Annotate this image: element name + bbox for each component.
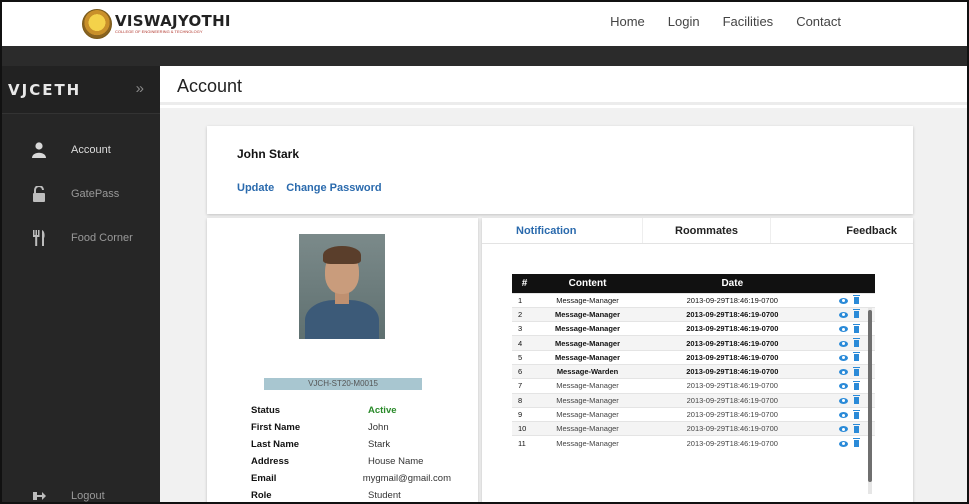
notification-table: # Content Date 1 Message-Manager 2013-09-2… [512, 274, 875, 451]
view-icon[interactable] [838, 311, 848, 318]
app-frame: VISWAJYOTHI COLLEGE OF ENGINEERING & TEC… [0, 0, 969, 504]
delete-icon[interactable] [852, 366, 860, 376]
delete-icon[interactable] [852, 409, 860, 419]
profile-info: Status Active First Name John Last Name Sta… [251, 402, 451, 502]
tab-feedback[interactable]: Feedback [771, 218, 913, 243]
cutlery-icon [32, 230, 46, 246]
college-logo[interactable]: VISWAJYOTHI COLLEGE OF ENGINEERING & TEC… [82, 8, 231, 40]
tab-roommates[interactable]: Roommates [643, 218, 771, 243]
logout-icon [32, 488, 46, 502]
page-title: Account [177, 76, 243, 96]
profile-row-last-name: Last Name Stark [251, 439, 391, 450]
sidebar-item-food-corner[interactable]: Food Corner [2, 218, 160, 258]
table-scrollbar-thumb[interactable] [868, 310, 872, 482]
table-header-row: # Content Date [512, 274, 875, 293]
profile-name: John Stark [237, 147, 300, 161]
table-row: 1 Message-Manager 2013-09-29T18:46:19-0700 [512, 292, 875, 308]
view-icon[interactable] [838, 326, 848, 333]
tab-notification[interactable]: Notification [482, 218, 644, 243]
nav-login[interactable]: Login [668, 14, 700, 29]
table-row: 6 Message-Warden 2013-09-29T18:46:19-0700 [512, 363, 875, 379]
profile-row-role: Role Student [251, 490, 401, 501]
table-row: 4 Message-Manager 2013-09-29T18:46:19-0700 [512, 335, 875, 351]
main-content: John Stark Update Change Password VJCH-S… [160, 108, 967, 502]
profile-header-card: John Stark Update Change Password [207, 126, 913, 214]
delete-icon[interactable] [852, 352, 860, 362]
student-id: VJCH-ST20-M0015 [264, 378, 422, 390]
view-icon[interactable] [838, 369, 848, 376]
profile-row-email: Email mygmail@gmail.com [251, 473, 451, 484]
delete-icon[interactable] [852, 395, 860, 405]
notification-card: Notification Roommates Feedback # Conten… [482, 218, 913, 502]
view-icon[interactable] [838, 383, 848, 390]
table-row: 9 Message-Manager 2013-09-29T18:46:19-0700 [512, 406, 875, 422]
table-row: 10 Message-Manager 2013-09-29T18:46:19-070… [512, 421, 875, 436]
logo-name: VISWAJYOTHI [115, 12, 231, 30]
delete-icon[interactable] [852, 295, 860, 305]
table-row: 7 Message-Manager 2013-09-29T18:46:19-0700 [512, 378, 875, 394]
user-icon [32, 142, 46, 158]
column-header: # [512, 274, 538, 293]
table-row: 3 Message-Manager 2013-09-29T18:46:19-0700 [512, 321, 875, 336]
profile-row-first-name: First Name John [251, 422, 389, 433]
profile-row-status: Status Active [251, 405, 397, 416]
view-icon[interactable] [838, 297, 848, 304]
sidebar-item-logout[interactable]: Logout [2, 476, 160, 502]
nav-contact[interactable]: Contact [796, 14, 841, 29]
delete-icon[interactable] [852, 338, 860, 348]
sidebar-item-label: Logout [71, 490, 105, 502]
delete-icon[interactable] [852, 323, 860, 333]
sidebar-item-label: GatePass [71, 188, 120, 200]
unlock-icon [32, 185, 46, 202]
delete-icon[interactable] [852, 309, 860, 319]
main-nav: Home Login Facilities Contact [587, 14, 841, 29]
change-password-link[interactable]: Change Password [286, 182, 381, 194]
update-link[interactable]: Update [237, 182, 274, 194]
view-icon[interactable] [838, 354, 848, 361]
sidebar-item-account[interactable]: Account [2, 130, 160, 170]
logo-subtitle: COLLEGE OF ENGINEERING & TECHNOLOGY [115, 29, 203, 34]
page-header: Account [160, 66, 967, 105]
delete-icon[interactable] [852, 423, 860, 433]
sidebar-toggle-icon[interactable]: » [136, 80, 144, 97]
profile-card: VJCH-ST20-M0015 Status Active First Name J… [207, 218, 478, 502]
table-row: 2 Message-Manager 2013-09-29T18:46:19-0700 [512, 306, 875, 322]
top-navbar: VISWAJYOTHI COLLEGE OF ENGINEERING & TEC… [2, 2, 967, 46]
view-icon[interactable] [838, 340, 848, 347]
profile-photo [299, 234, 385, 339]
view-icon[interactable] [838, 440, 848, 447]
table-row: 11 Message-Manager 2013-09-29T18:46:19-070… [512, 435, 875, 451]
sidebar-title: VJCETH [8, 80, 82, 99]
nav-divider-strip [2, 46, 967, 66]
delete-icon[interactable] [852, 438, 860, 448]
nav-home[interactable]: Home [610, 14, 645, 29]
sidebar-item-gatepass[interactable]: GatePass [2, 174, 160, 214]
sidebar: VJCETH » Account GatePass Food Corner Lo… [2, 66, 160, 502]
view-icon[interactable] [838, 412, 848, 419]
view-icon[interactable] [838, 397, 848, 404]
sidebar-item-label: Food Corner [71, 232, 133, 244]
profile-row-address: Address House Name [251, 456, 424, 467]
table-row: 5 Message-Manager 2013-09-29T18:46:19-0700 [512, 349, 875, 365]
college-emblem-icon [82, 9, 112, 39]
sidebar-brand: VJCETH » [2, 66, 160, 114]
column-header: Date [637, 274, 827, 293]
view-icon[interactable] [838, 426, 848, 433]
info-tabs: Notification Roommates Feedback [482, 218, 913, 244]
delete-icon[interactable] [852, 380, 860, 390]
table-row: 8 Message-Manager 2013-09-29T18:46:19-0700 [512, 392, 875, 408]
nav-facilities[interactable]: Facilities [723, 14, 774, 29]
sidebar-item-label: Account [71, 144, 111, 156]
status-value: Active [368, 405, 397, 416]
column-header: Content [537, 274, 638, 293]
